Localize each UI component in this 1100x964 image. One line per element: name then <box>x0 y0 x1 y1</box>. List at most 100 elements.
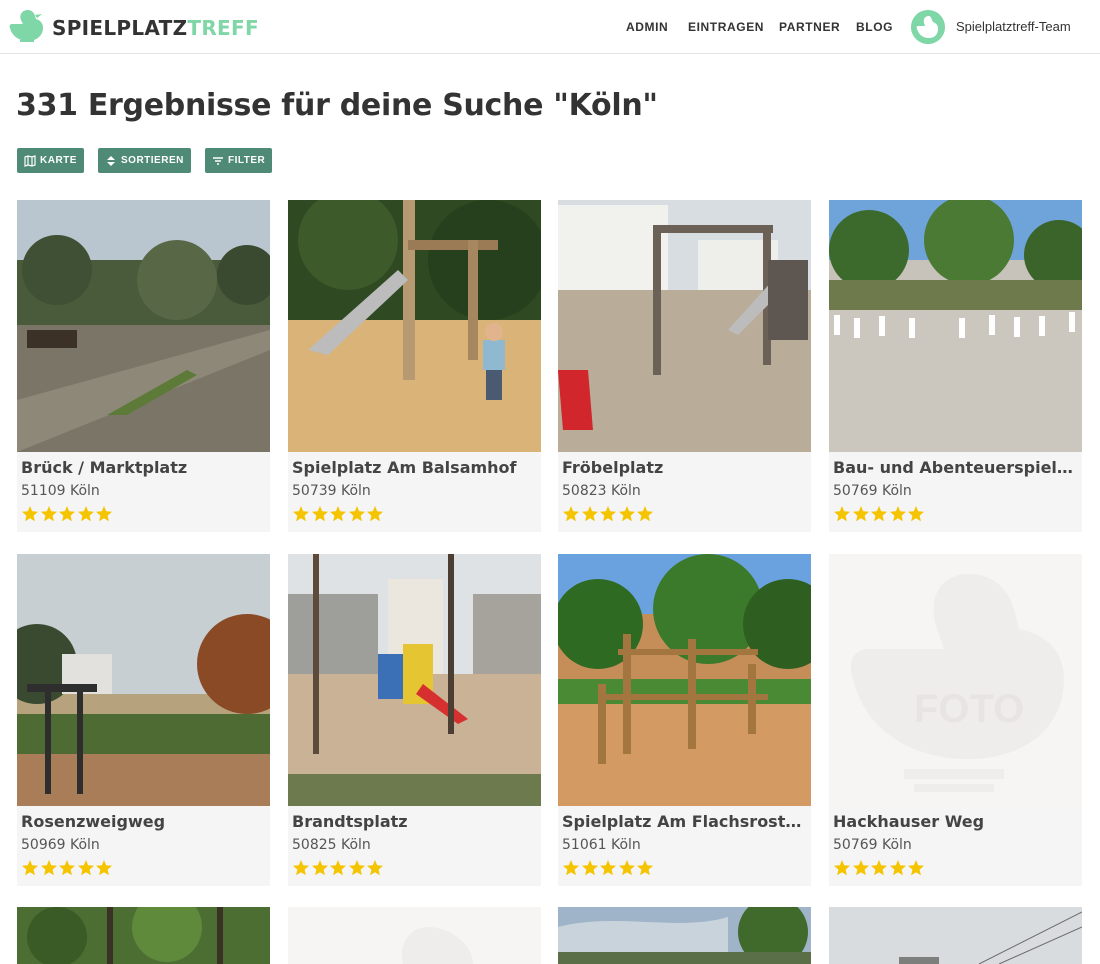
star-icon <box>889 506 906 522</box>
sort-button-label: SORTIEREN <box>121 155 184 166</box>
star-icon <box>311 506 328 522</box>
star-icon <box>311 860 328 876</box>
star-icon <box>908 506 924 522</box>
result-card[interactable]: Bau- und Abenteuerspielplatz Höhenberg 5… <box>829 200 1082 532</box>
playground-photo <box>829 907 1082 964</box>
playground-photo <box>17 200 270 452</box>
nav-partner[interactable]: PARTNER <box>779 20 840 34</box>
star-icon <box>581 860 598 876</box>
star-icon <box>22 506 38 522</box>
duck-logo-icon <box>9 10 43 42</box>
result-card-partial[interactable] <box>288 907 541 964</box>
playground-name[interactable]: Brück / Marktplatz <box>21 458 267 477</box>
star-icon <box>40 506 57 522</box>
star-icon <box>96 860 112 876</box>
star-icon <box>293 860 309 876</box>
star-icon <box>600 506 616 522</box>
star-icon <box>367 860 383 876</box>
sort-button[interactable]: SORTIEREN <box>98 148 191 173</box>
site-logo[interactable]: SPIELPLATZTREFF <box>8 8 259 44</box>
playground-name[interactable]: Rosenzweigweg <box>21 812 267 831</box>
map-button-label: KARTE <box>40 155 77 166</box>
placeholder-photo <box>288 907 541 964</box>
result-card[interactable]: Spielplatz Am Balsamhof 50739 Köln <box>288 200 541 532</box>
rating-stars <box>833 859 926 877</box>
rating-stars <box>562 505 655 523</box>
playground-location: 50769 Köln <box>833 483 912 499</box>
sort-icon <box>107 155 115 166</box>
playground-photo <box>17 554 270 806</box>
playground-location: 50969 Köln <box>21 837 100 853</box>
star-icon <box>348 860 365 876</box>
result-card[interactable]: Spielplatz Am Flachsrosterweg 51061 Köln <box>558 554 811 886</box>
star-icon <box>348 506 365 522</box>
result-card[interactable]: Rosenzweigweg 50969 Köln <box>17 554 270 886</box>
rating-stars <box>21 859 114 877</box>
rating-stars <box>292 859 385 877</box>
duck-avatar-icon <box>911 10 945 44</box>
star-icon <box>40 860 57 876</box>
result-card[interactable]: Brück / Marktplatz 51109 Köln <box>17 200 270 532</box>
playground-location: 51109 Köln <box>21 483 100 499</box>
result-card-partial[interactable] <box>558 907 811 964</box>
rating-stars <box>562 859 655 877</box>
placeholder-photo: FOTO <box>829 554 1082 806</box>
user-avatar[interactable] <box>911 10 945 44</box>
star-icon <box>871 860 887 876</box>
star-icon <box>637 506 653 522</box>
playground-location: 50825 Köln <box>292 837 371 853</box>
star-icon <box>77 506 94 522</box>
result-card-partial[interactable] <box>829 907 1082 964</box>
playground-name[interactable]: Brandtsplatz <box>292 812 538 831</box>
logo-text-part1: SPIELPLATZ <box>52 16 188 40</box>
filter-icon <box>213 156 223 165</box>
star-icon <box>22 860 38 876</box>
filter-button[interactable]: FILTER <box>205 148 273 173</box>
map-button[interactable]: KARTE <box>17 148 84 173</box>
result-card[interactable]: Brandtsplatz 50825 Köln <box>288 554 541 886</box>
playground-name[interactable]: Bau- und Abenteuerspielplatz Höhenberg <box>833 458 1079 477</box>
nav-eintragen[interactable]: EINTRAGEN <box>688 20 764 34</box>
star-icon <box>637 860 653 876</box>
nav-blog[interactable]: BLOG <box>856 20 893 34</box>
star-icon <box>871 506 887 522</box>
playground-name[interactable]: Hackhauser Weg <box>833 812 1079 831</box>
playground-name[interactable]: Spielplatz Am Balsamhof <box>292 458 538 477</box>
page-title: 331 Ergebnisse für deine Suche "Köln" <box>16 88 658 123</box>
result-card[interactable]: Fröbelplatz 50823 Köln <box>558 200 811 532</box>
star-icon <box>618 506 635 522</box>
playground-name[interactable]: Spielplatz Am Flachsrosterweg <box>562 812 808 831</box>
playground-photo <box>558 907 811 964</box>
playground-name[interactable]: Fröbelplatz <box>562 458 808 477</box>
star-icon <box>330 506 346 522</box>
star-icon <box>59 506 75 522</box>
result-card[interactable]: FOTO Hackhauser Weg 50769 Köln <box>829 554 1082 886</box>
top-navbar: SPIELPLATZTREFF ADMIN EINTRAGEN PARTNER … <box>0 0 1100 54</box>
star-icon <box>563 860 579 876</box>
star-icon <box>600 860 616 876</box>
playground-photo <box>17 907 270 964</box>
star-icon <box>889 860 906 876</box>
playground-photo <box>288 200 541 452</box>
star-icon <box>96 506 112 522</box>
star-icon <box>908 860 924 876</box>
star-icon <box>852 506 869 522</box>
playground-location: 51061 Köln <box>562 837 641 853</box>
star-icon <box>367 506 383 522</box>
placeholder-photo-label: FOTO <box>914 687 1024 731</box>
playground-location: 50739 Köln <box>292 483 371 499</box>
playground-location: 50769 Köln <box>833 837 912 853</box>
star-icon <box>77 860 94 876</box>
user-name[interactable]: Spielplatztreff-Team <box>956 19 1071 34</box>
star-icon <box>330 860 346 876</box>
star-icon <box>563 506 579 522</box>
rating-stars <box>833 505 926 523</box>
nav-admin[interactable]: ADMIN <box>626 20 668 34</box>
playground-location: 50823 Köln <box>562 483 641 499</box>
star-icon <box>834 860 850 876</box>
result-card-partial[interactable] <box>17 907 270 964</box>
filter-button-label: FILTER <box>228 155 266 166</box>
star-icon <box>834 506 850 522</box>
rating-stars <box>21 505 114 523</box>
logo-text-part2: TREFF <box>187 16 259 40</box>
